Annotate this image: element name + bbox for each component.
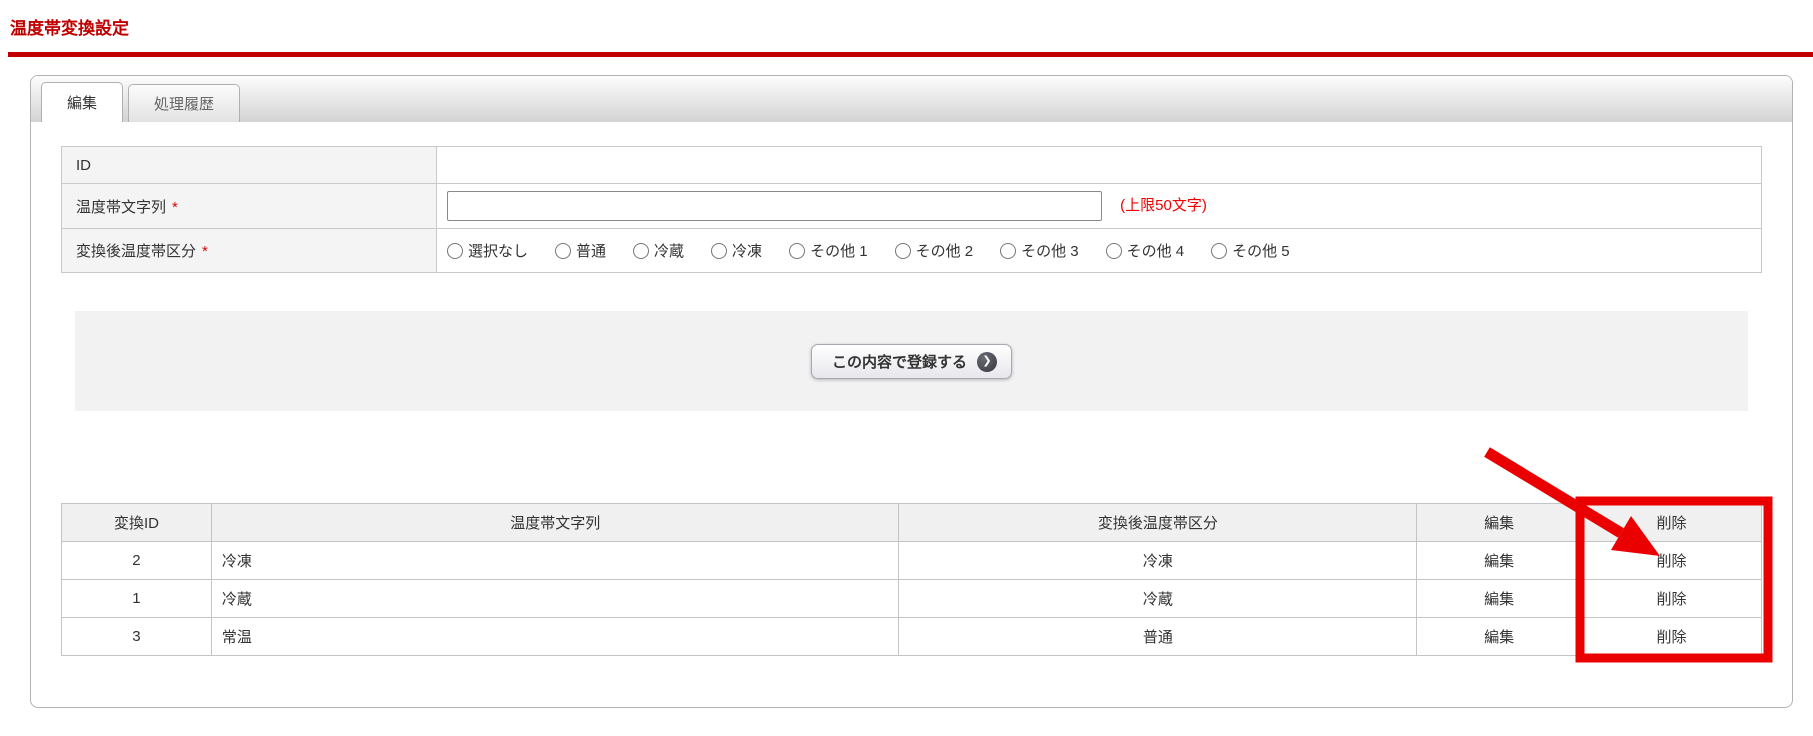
radio-option-other2[interactable]: その他 2 <box>894 240 974 261</box>
required-mark: * <box>202 243 208 260</box>
radio-frozen-input[interactable] <box>711 242 728 259</box>
register-button[interactable]: この内容で登録する ❯ <box>810 344 1012 379</box>
radio-label: 冷蔵 <box>654 243 685 260</box>
string-label: 温度帯文字列 * <box>61 183 437 229</box>
cell-category: 冷凍 <box>898 541 1418 580</box>
temperature-string-input[interactable] <box>447 191 1102 221</box>
radio-label: 冷凍 <box>732 243 763 260</box>
cell-conversion-id: 2 <box>61 541 212 580</box>
radio-label: その他 4 <box>1126 243 1185 260</box>
conversion-table: 変換ID 温度帯文字列 変換後温度帯区分 編集 削除 2 冷凍 冷凍 編集 削除… <box>61 503 1762 656</box>
string-value-cell: (上限50文字) <box>436 183 1762 229</box>
radio-other1-input[interactable] <box>789 242 806 259</box>
cell-temperature-string: 冷蔵 <box>210 579 900 618</box>
edit-link[interactable]: 編集 <box>1416 617 1583 656</box>
category-value-cell: 選択なし 普通 冷蔵 冷凍 その他 1 その他 2 その他 3 その他 4 その… <box>436 228 1762 273</box>
id-label-text: ID <box>76 156 91 174</box>
main-panel: 編集 処理履歴 ID 温度帯文字列 * (上限50文字) 変換後温度帯区分 * … <box>30 75 1793 708</box>
table-row: 1 冷蔵 冷蔵 編集 削除 <box>61 579 1762 618</box>
header-conversion-id: 変換ID <box>61 503 212 542</box>
radio-label: その他 1 <box>810 243 868 260</box>
cell-temperature-string: 常温 <box>210 617 900 656</box>
radio-option-chilled[interactable]: 冷蔵 <box>633 240 684 261</box>
category-label-text: 変換後温度帯区分 <box>76 243 197 260</box>
radio-label: その他 2 <box>915 243 974 260</box>
radio-other4-input[interactable] <box>1105 242 1122 259</box>
header-delete: 削除 <box>1581 503 1762 542</box>
category-label: 変換後温度帯区分 * <box>61 228 437 273</box>
header-category: 変換後温度帯区分 <box>898 503 1418 542</box>
form-row-id: ID <box>61 146 1762 184</box>
radio-other2-input[interactable] <box>894 242 911 259</box>
radio-none-input[interactable] <box>447 242 463 259</box>
edit-link[interactable]: 編集 <box>1416 579 1583 618</box>
tab-edit[interactable]: 編集 <box>41 82 124 122</box>
page-title: 温度帯変換設定 <box>10 19 129 38</box>
radio-option-normal[interactable]: 普通 <box>555 240 606 261</box>
radio-option-none[interactable]: 選択なし <box>447 240 528 261</box>
submit-band: この内容で登録する ❯ <box>75 311 1748 411</box>
delete-link[interactable]: 削除 <box>1581 541 1762 580</box>
radio-other3-input[interactable] <box>1000 242 1017 259</box>
cell-conversion-id: 3 <box>61 617 212 656</box>
char-limit-note: (上限50文字) <box>1120 196 1207 214</box>
cell-conversion-id: 1 <box>61 579 212 618</box>
edit-link[interactable]: 編集 <box>1416 541 1583 580</box>
form-row-string: 温度帯文字列 * (上限50文字) <box>61 183 1762 229</box>
radio-label: その他 5 <box>1232 243 1290 260</box>
tab-history[interactable]: 処理履歴 <box>128 84 241 122</box>
tab-bar: 編集 処理履歴 <box>31 76 1792 122</box>
header-edit: 編集 <box>1416 503 1583 542</box>
title-divider <box>8 52 1813 57</box>
id-value-cell <box>436 146 1762 184</box>
id-label: ID <box>61 146 437 184</box>
radio-option-frozen[interactable]: 冷凍 <box>711 240 762 261</box>
radio-other5-input[interactable] <box>1211 242 1228 259</box>
header-temperature-string: 温度帯文字列 <box>210 503 900 542</box>
radio-option-other1[interactable]: その他 1 <box>789 240 868 261</box>
cell-temperature-string: 冷凍 <box>210 541 900 580</box>
edit-form: ID 温度帯文字列 * (上限50文字) 変換後温度帯区分 * 選択なし 普通 … <box>61 146 1762 273</box>
radio-option-other5[interactable]: その他 5 <box>1211 240 1290 261</box>
string-label-text: 温度帯文字列 <box>76 198 167 216</box>
radio-option-other4[interactable]: その他 4 <box>1105 240 1185 261</box>
radio-label: 選択なし <box>468 243 529 260</box>
radio-normal-input[interactable] <box>555 242 572 259</box>
cell-category: 冷蔵 <box>898 579 1418 618</box>
table-row: 2 冷凍 冷凍 編集 削除 <box>61 541 1762 580</box>
radio-option-other3[interactable]: その他 3 <box>1000 240 1079 261</box>
required-mark: * <box>172 198 178 216</box>
table-header-row: 変換ID 温度帯文字列 変換後温度帯区分 編集 削除 <box>61 503 1762 542</box>
chevron-right-circle-icon: ❯ <box>977 351 997 372</box>
register-button-label: この内容で登録する <box>831 354 967 371</box>
cell-category: 普通 <box>898 617 1418 656</box>
delete-link[interactable]: 削除 <box>1581 579 1762 618</box>
radio-chilled-input[interactable] <box>633 242 650 259</box>
panel-content: ID 温度帯文字列 * (上限50文字) 変換後温度帯区分 * 選択なし 普通 … <box>31 122 1792 656</box>
delete-link[interactable]: 削除 <box>1581 617 1762 656</box>
form-row-category: 変換後温度帯区分 * 選択なし 普通 冷蔵 冷凍 その他 1 その他 2 その他… <box>61 228 1762 273</box>
category-radio-group: 選択なし 普通 冷蔵 冷凍 その他 1 その他 2 その他 3 その他 4 その… <box>447 240 1751 261</box>
radio-label: その他 3 <box>1021 243 1079 260</box>
table-row: 3 常温 普通 編集 削除 <box>61 617 1762 656</box>
radio-label: 普通 <box>576 243 607 260</box>
